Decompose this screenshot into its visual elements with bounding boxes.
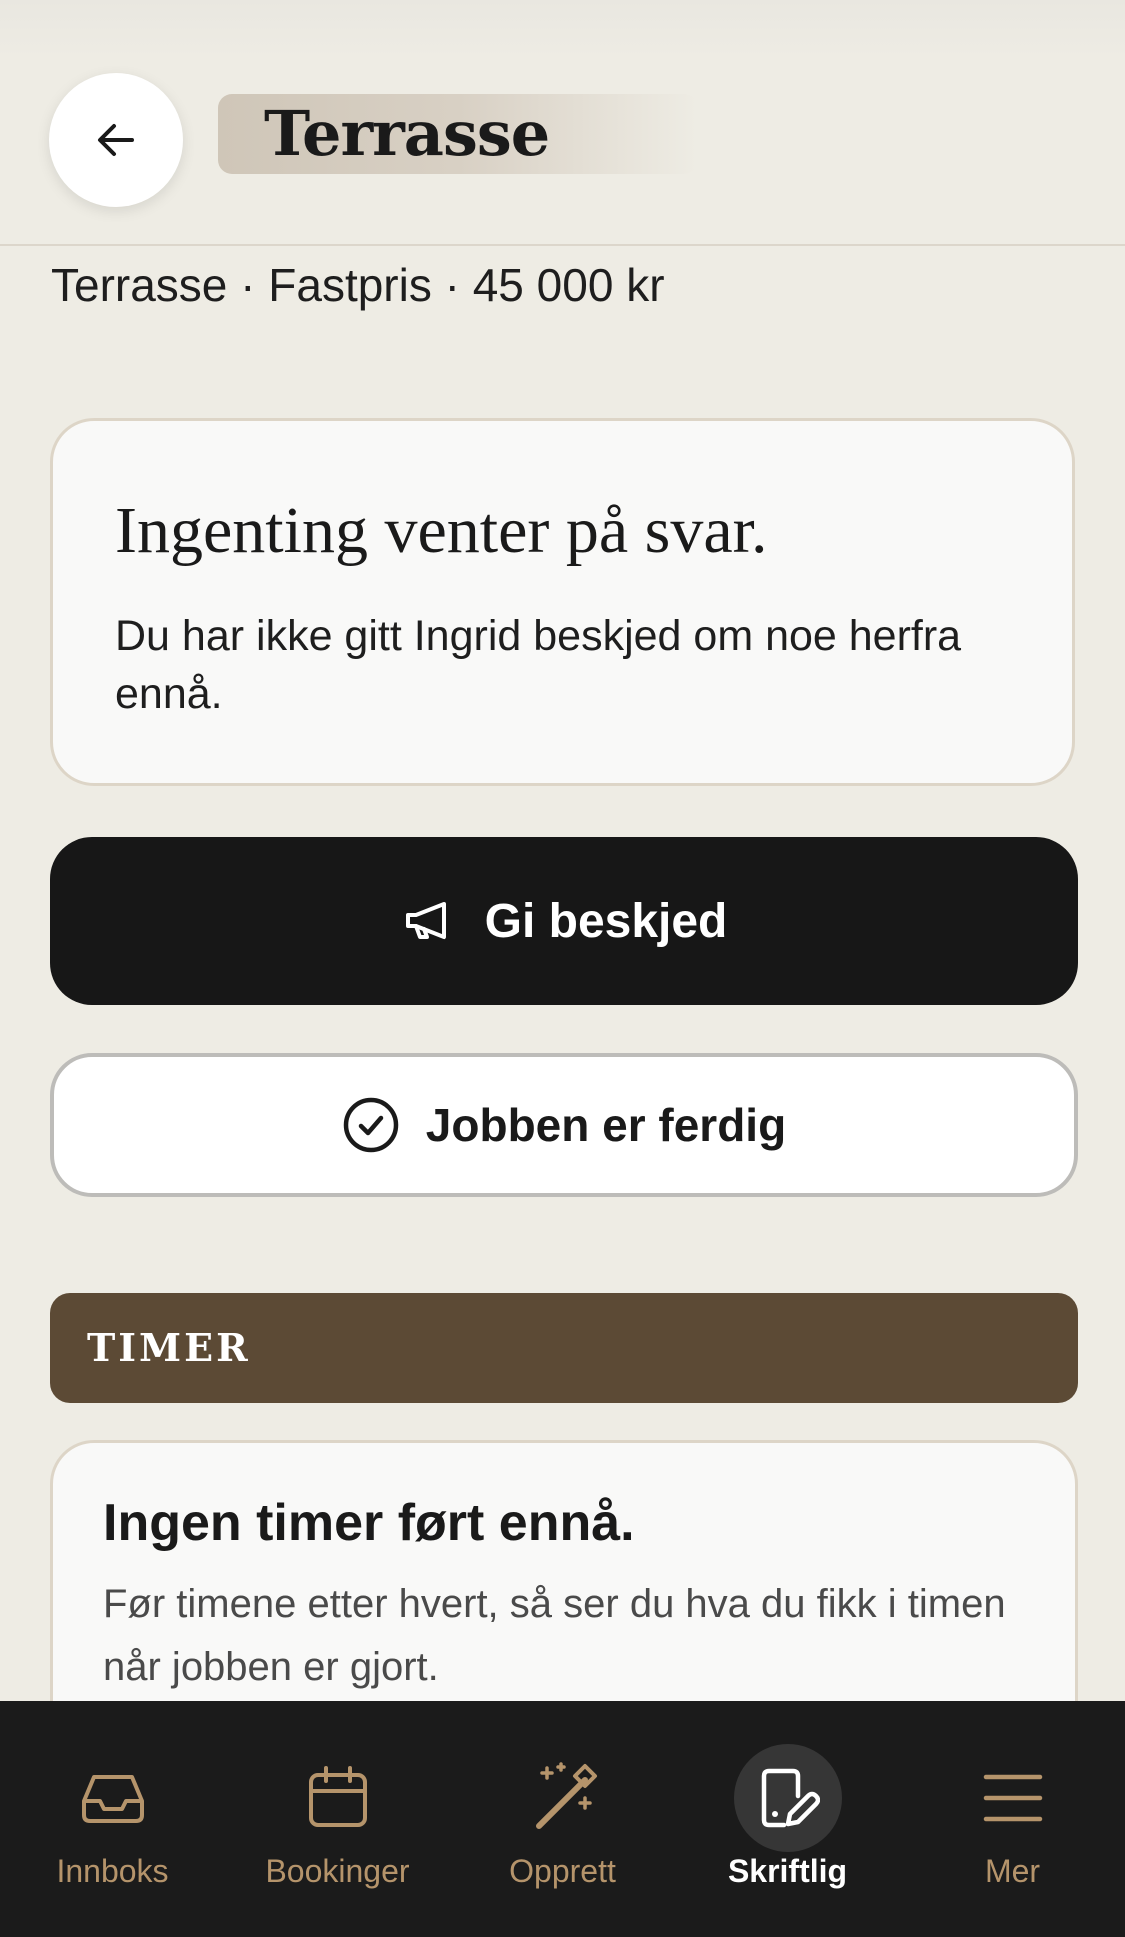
nav-label: Opprett [509, 1853, 616, 1889]
nav-item-opprett[interactable]: Opprett [450, 1701, 675, 1937]
check-circle-icon [343, 1097, 399, 1153]
back-button[interactable] [49, 73, 183, 207]
hours-empty-body: Før timene etter hvert, så ser du hva du… [103, 1582, 1006, 1689]
nav-item-bookinger[interactable]: Bookinger [225, 1701, 450, 1937]
status-heading: Ingenting venter på svar. [115, 494, 768, 567]
nav-item-mer[interactable]: Mer [900, 1701, 1125, 1937]
nav-label: Bookinger [265, 1853, 410, 1889]
notify-button[interactable]: Gi beskjed [50, 837, 1078, 1005]
status-card: Ingenting venter på svar. Du har ikke gi… [50, 418, 1075, 786]
arrow-left-icon [98, 124, 134, 156]
menu-icon [959, 1744, 1067, 1852]
notify-button-label: Gi beskjed [484, 894, 728, 948]
nav-label: Mer [984, 1853, 1041, 1889]
nav-label: Skriftlig [727, 1853, 848, 1889]
job-done-button-label: Jobben er ferdig [425, 1099, 787, 1151]
document-edit-icon [733, 1744, 842, 1852]
nav-item-skriftlig[interactable]: Skriftlig [675, 1701, 900, 1937]
section-title: TIMER [87, 1325, 251, 1370]
calendar-icon [284, 1744, 392, 1852]
nav-label: Innboks [56, 1853, 169, 1889]
bottom-navigation: Innboks Bookinger Opprett Skriftlig Mer [0, 1701, 1125, 1937]
inbox-icon [59, 1744, 167, 1852]
magic-wand-icon [509, 1744, 617, 1852]
hours-section-header: TIMER [50, 1293, 1078, 1403]
page-title: Terrasse [264, 97, 550, 170]
top-bar: Terrasse [0, 0, 1125, 246]
megaphone-icon [405, 902, 446, 939]
nav-item-innboks[interactable]: Innboks [0, 1701, 225, 1937]
hours-empty-heading: Ingen timer ført ennå. [103, 1494, 635, 1552]
job-done-button[interactable]: Jobben er ferdig [50, 1053, 1078, 1197]
status-body: Du har ikke gitt Ingrid beskjed om noe h… [115, 612, 962, 718]
job-summary: Terrasse · Fastpris · 45 000 kr [51, 259, 665, 311]
